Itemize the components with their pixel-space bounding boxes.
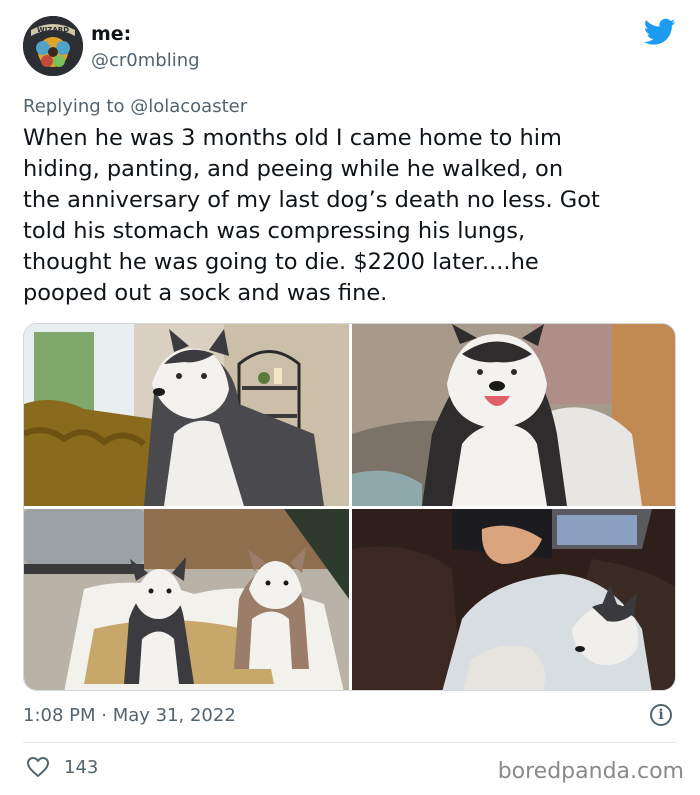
replying-to-line: Replying to @lolacoaster — [23, 96, 247, 117]
heart-icon[interactable] — [26, 756, 50, 778]
media-grid — [23, 323, 676, 691]
divider — [23, 742, 676, 743]
watermark: boredpanda.com — [497, 759, 684, 784]
avatar-label: WIZARD — [37, 26, 69, 34]
tweet-text: When he was 3 months old I came home to … — [23, 125, 600, 306]
replying-prefix: Replying to — [23, 96, 125, 117]
user-handle[interactable]: @cr0mbling — [91, 50, 200, 71]
info-icon[interactable]: i — [650, 704, 672, 726]
twitter-bird-icon — [643, 18, 676, 46]
photo-two-puppies-patio[interactable] — [24, 509, 349, 690]
photo-husky-on-couch[interactable] — [24, 324, 349, 506]
display-name[interactable]: me: — [91, 23, 131, 45]
photo-husky-on-bed[interactable] — [352, 324, 675, 506]
replying-to-link[interactable]: @lolacoaster — [130, 96, 247, 117]
photo-puppy-sleeping-blanket[interactable] — [352, 509, 675, 690]
tweet-timestamp[interactable]: 1:08 PM · May 31, 2022 — [23, 705, 236, 726]
like-count: 143 — [64, 757, 99, 778]
avatar[interactable]: WIZARD — [23, 16, 83, 76]
